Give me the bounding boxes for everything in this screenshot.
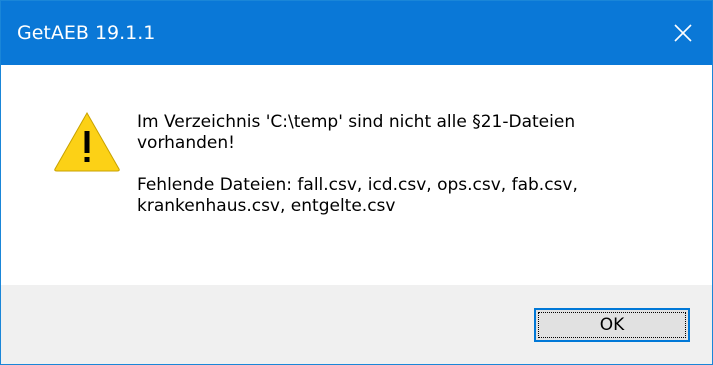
dialog-message: Im Verzeichnis 'C:\temp' sind nicht alle… bbox=[137, 112, 677, 217]
window-title: GetAEB 19.1.1 bbox=[17, 22, 156, 44]
ok-button-label: OK bbox=[538, 312, 686, 338]
close-icon bbox=[674, 24, 692, 42]
ok-button[interactable]: OK bbox=[534, 308, 690, 342]
close-button[interactable] bbox=[654, 1, 712, 65]
dialog-button-bar: OK bbox=[1, 285, 712, 364]
dialog-content: Im Verzeichnis 'C:\temp' sind nicht alle… bbox=[1, 65, 712, 285]
message-dialog-window: GetAEB 19.1.1 Im Verzeichnis 'C:\temp' s… bbox=[0, 0, 713, 365]
message-text-missing-files: Fehlende Dateien: fall.csv, icd.csv, ops… bbox=[137, 175, 578, 216]
warning-icon bbox=[54, 111, 120, 172]
title-bar[interactable]: GetAEB 19.1.1 bbox=[1, 1, 712, 65]
message-text-primary: Im Verzeichnis 'C:\temp' sind nicht alle… bbox=[137, 112, 576, 153]
